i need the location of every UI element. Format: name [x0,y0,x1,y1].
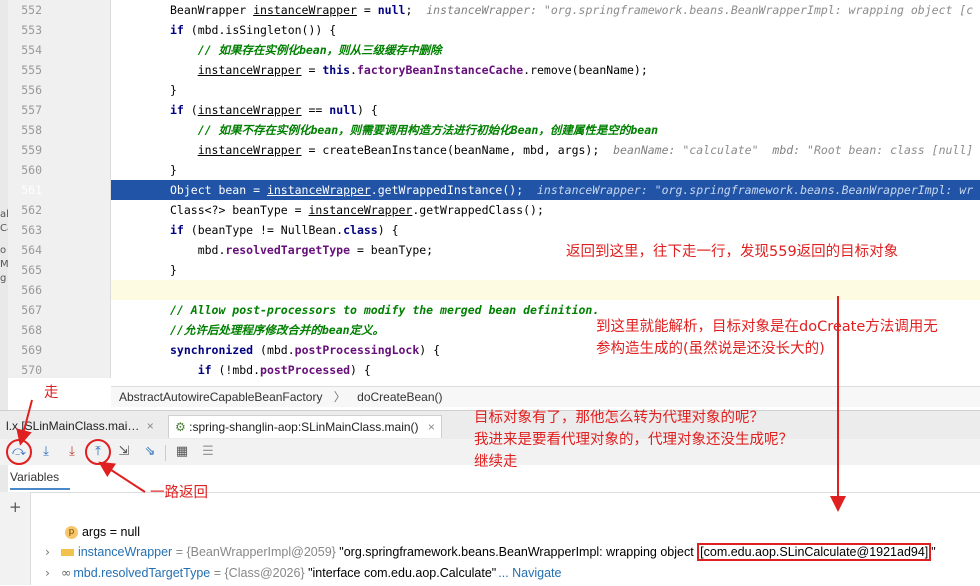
chevron-right-icon[interactable]: › [45,563,55,583]
line-number: 569 [21,343,42,357]
trace-icon[interactable]: ☰ [199,443,217,461]
code-text: Object bean = instanceWrapper.getWrapped… [170,183,974,197]
code-text: if (beanType != NullBean.class) { [170,223,399,237]
variable-row-instance-wrapper[interactable]: › instanceWrapper = {BeanWrapperImpl@2059… [38,522,936,561]
run-to-cursor-icon[interactable]: ⇘ [141,443,159,461]
code-line[interactable]: 554 // 如果存在实例化bean，则从三级缓存中删除 [0,40,980,60]
debug-tab-previous[interactable]: l.x [SLinMainClass.mai… × [0,415,160,437]
add-watch-icon[interactable]: + [9,498,22,516]
code-text: // 如果不存在实例化bean，则需要调用构造方法进行初始化Bean，创建属性是… [170,123,659,137]
code-text: if (!mbd.postProcessed) { [197,363,371,377]
line-number: 566 [21,283,42,297]
annotation-question-3: 继续走 [474,454,518,470]
code-line[interactable]: 556} [0,80,980,100]
annotation-question-1: 目标对象有了，那他怎么转为代理对象的呢？ [474,410,764,426]
code-text: if (mbd.isSingleton()) { [170,23,337,37]
line-number: 554 [21,43,42,57]
code-text: } [170,163,177,177]
drop-frame-icon[interactable]: ⇲ [115,443,133,461]
line-number: 552 [21,3,42,17]
tab-label: :spring-shanglin-aop:SLinMainClass.main(… [189,420,419,434]
code-text: synchronized (mbd.postProcessingLock) { [170,343,441,357]
line-number: 561 [21,183,42,197]
variables-tab-underline [10,488,70,490]
line-number: 560 [21,163,42,177]
code-line[interactable]: 569 synchronized (mbd.postProcessingLock)… [0,340,980,360]
code-text: Class<?> beanType = instanceWrapper.getW… [170,203,544,217]
code-line[interactable]: 563 if (beanType != NullBean.class) { [0,220,980,240]
code-line[interactable]: 561 Object bean = instanceWrapper.getWrap… [21,180,980,200]
code-text: BeanWrapper instanceWrapper = null; inst… [170,3,974,17]
variable-row-resolved-target-type[interactable]: › ∞ mbd.resolvedTargetType = {Class@2026} … [38,543,562,580]
line-number: 558 [21,123,42,137]
line-number: 556 [21,83,42,97]
breadcrumb-separator-icon: 〉 [333,390,346,404]
line-number: 553 [21,23,42,37]
code-text: // 如果存在实例化bean，则从三级缓存中删除 [170,43,442,57]
code-line[interactable]: 555 instanceWrapper = this.factoryBeanIn… [0,60,980,80]
annotation-resolve-line2: 参构造生成的(虽然说是还没长大的) [596,341,825,357]
variable-row-args[interactable]: p args = null [58,502,140,540]
code-line[interactable]: 570 if (!mbd.postProcessed) { [0,360,980,380]
variable-value: "interface com.edu.aop.Calculate" [308,566,497,580]
code-line[interactable]: 562 Class<?> beanType = instanceWrapper.g… [0,200,980,220]
tab-label: l.x [SLinMainClass.mai… [6,419,140,433]
line-number: 562 [21,203,42,217]
variable-name: mbd.resolvedTargetType [73,566,211,580]
code-line[interactable]: 565} [0,260,980,280]
close-icon[interactable]: × [147,419,154,433]
line-number: 564 [21,243,42,257]
line-number: 557 [21,103,42,117]
code-line[interactable]: 566 [21,280,980,300]
line-number: 570 [21,363,42,377]
variable-type: = {Class@2026} [210,566,309,580]
line-number: 567 [21,303,42,317]
code-text: //允许后处理程序修改合并的bean定义。 [170,323,385,337]
variables-side-toolbar: + [0,492,31,585]
step-into-icon[interactable]: ⤓ [37,443,55,461]
code-line[interactable]: 558 // 如果不存在实例化bean，则需要调用构造方法进行初始化Bean，创… [0,120,980,140]
breadcrumb-class[interactable]: AbstractAutowireCapableBeanFactory [119,390,322,404]
bug-icon: ⚙ [175,420,186,434]
code-line[interactable]: 559 instanceWrapper = createBeanInstance… [0,140,980,160]
arrow-return [98,461,146,493]
close-icon[interactable]: × [428,420,435,434]
highlighted-target-object: [com.edu.aop.SLinCalculate@1921ad94] [697,543,932,561]
breadcrumb: AbstractAutowireCapableBeanFactory 〉 doC… [111,386,980,407]
annotation-resolve-line1: 到这里就能解析，目标对象是在doCreate方法调用无 [596,319,938,335]
force-step-into-icon[interactable]: ⤓ [63,443,81,461]
code-text: // Allow post-processors to modify the m… [170,303,600,317]
toolbar-divider [165,445,166,461]
breadcrumb-method[interactable]: doCreateBean() [357,390,442,404]
code-text: instanceWrapper = this.factoryBeanInstan… [197,63,648,77]
watch-icon: ∞ [60,565,72,580]
code-line[interactable]: 552 BeanWrapper instanceWrapper = null; i… [0,0,980,20]
step-over-icon[interactable]: ⤼ [10,443,28,461]
line-number: 559 [21,143,42,157]
code-line[interactable]: 557 if (instanceWrapper == null) { [0,100,980,120]
line-number: 568 [21,323,42,337]
code-text: instanceWrapper = createBeanInstance(bea… [197,143,974,157]
variables-tab[interactable]: Variables [10,470,59,484]
step-out-icon[interactable]: ⤒ [89,443,107,461]
code-line[interactable]: 560} [0,160,980,180]
annotation-return-here: 返回到这里，往下走一行，发现559返回的目标对象 [566,244,899,260]
line-number: 563 [21,223,42,237]
line-number: 555 [21,63,42,77]
line-number: 565 [21,263,42,277]
code-line[interactable]: 553 if (mbd.isSingleton()) { [0,20,980,40]
code-text: } [170,83,177,97]
debug-tab-current[interactable]: ⚙ :spring-shanglin-aop:SLinMainClass.mai… [168,415,442,438]
code-text: } [170,263,177,277]
annotation-walk: 走 [44,385,59,401]
navigate-link[interactable]: ... Navigate [498,566,561,580]
variable-value-tail: " [931,545,936,559]
evaluate-expression-icon[interactable]: ▦ [173,443,191,461]
annotation-question-2: 我进来是要看代理对象的，代理对象还没生成呢？ [474,432,793,448]
code-text: mbd.resolvedTargetType = beanType; [170,243,434,257]
code-text: if (instanceWrapper == null) { [170,103,378,117]
annotation-return-all: 一路返回 [150,485,208,501]
